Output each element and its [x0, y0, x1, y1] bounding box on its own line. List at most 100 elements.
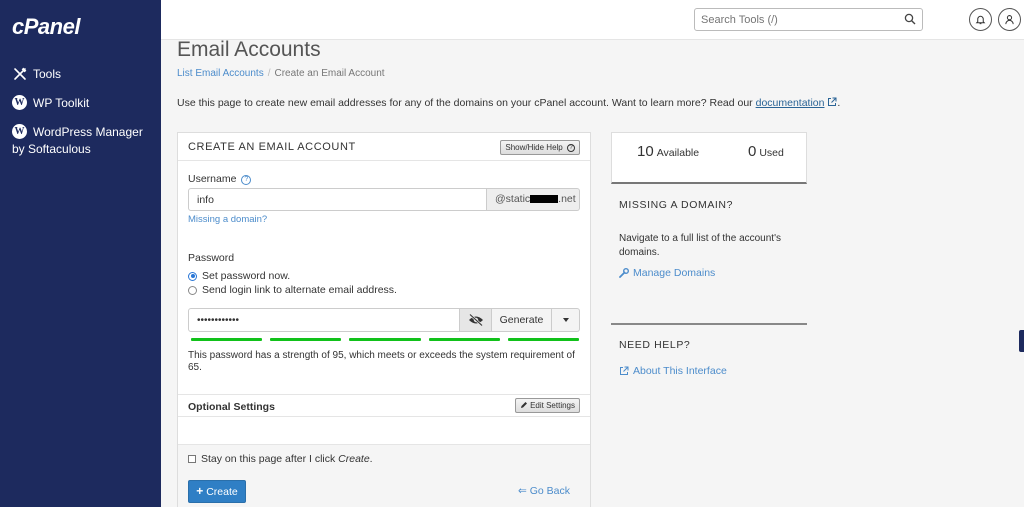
- missing-domain-text: Navigate to a full list of the account's…: [619, 233, 781, 258]
- edit-settings-label: Edit Settings: [530, 401, 575, 410]
- sidebar-item-label: Tools: [33, 67, 62, 81]
- domain-prefix: @static: [495, 193, 531, 205]
- wordpress-icon: W: [12, 95, 27, 110]
- checkbox-label: Stay on this page after I click Create.: [201, 453, 373, 465]
- password-label: Password: [188, 252, 235, 264]
- optional-settings-header: Optional Settings Edit Settings: [178, 394, 590, 417]
- username-label-text: Username: [188, 173, 237, 185]
- sidebar: cPanel Tools W WP Toolkit W WordPress Ma…: [0, 0, 161, 507]
- breadcrumb-separator: /: [267, 68, 271, 79]
- bell-icon: [975, 15, 986, 25]
- password-strength-text: This password has a strength of 95, whic…: [188, 350, 575, 373]
- create-button-label: Create: [206, 486, 238, 498]
- help-icon: ?: [567, 144, 575, 152]
- radio-button[interactable]: [188, 285, 197, 295]
- sidebar-item-label[interactable]: WordPress Manager by Softaculous: [12, 124, 157, 158]
- used-label: Used: [759, 147, 784, 159]
- email-stats-card: 10 Available 0 Used: [611, 132, 807, 184]
- radio-label: Send login link to alternate email addre…: [202, 284, 397, 296]
- username-label: Username ?: [188, 173, 252, 185]
- plus-icon: +: [196, 484, 204, 498]
- breadcrumb-list-email-accounts[interactable]: List Email Accounts: [177, 68, 264, 79]
- domain-suffix: .net: [558, 193, 576, 205]
- stay-on-page-checkbox[interactable]: Stay on this page after I click Create.: [188, 453, 373, 465]
- top-bar: [161, 0, 1024, 40]
- available-number: 10: [637, 143, 654, 160]
- breadcrumb: List Email Accounts / Create an Email Acco…: [177, 68, 385, 79]
- sidebar-item-tools[interactable]: Tools: [12, 66, 61, 82]
- used-number: 0: [748, 143, 757, 160]
- breadcrumb-current: Create an Email Account: [274, 68, 385, 79]
- create-button[interactable]: + Create: [188, 480, 246, 503]
- username-input[interactable]: [188, 188, 487, 211]
- need-help-heading: NEED HELP?: [619, 339, 691, 351]
- eye-slash-icon: [468, 314, 483, 326]
- available-label: Available: [656, 147, 700, 159]
- panel-header: CREATE AN EMAIL ACCOUNT Show/Hide Help ?: [178, 133, 590, 161]
- available-count: 10 Available: [637, 143, 699, 160]
- arrow-left-icon: ⇐: [517, 485, 527, 497]
- show-hide-help-label: Show/Hide Help: [505, 143, 563, 152]
- toggle-password-visibility-button[interactable]: [460, 308, 492, 332]
- checkbox[interactable]: [188, 455, 196, 463]
- checkbox-label-tail: .: [369, 453, 373, 465]
- notifications-button[interactable]: [969, 8, 992, 31]
- sidebar-item-label: WP Toolkit: [33, 96, 90, 110]
- checkbox-label-text: Stay on this page after I click: [201, 453, 339, 465]
- page-title: Email Accounts: [177, 38, 321, 61]
- user-menu-button[interactable]: [998, 8, 1021, 31]
- intro-tail: .: [837, 97, 841, 109]
- intro-text: Use this page to create new email addres…: [177, 97, 840, 109]
- strength-segment: [507, 338, 580, 341]
- redacted-domain: [530, 195, 559, 203]
- go-back-label: Go Back: [529, 485, 570, 497]
- domain-select[interactable]: @static .net: [487, 188, 580, 211]
- intro-sentence: Use this page to create new email addres…: [177, 97, 753, 109]
- radio-label: Set password now.: [202, 270, 291, 282]
- radio-set-password-now[interactable]: Set password now.: [188, 270, 290, 282]
- password-input[interactable]: [188, 308, 460, 332]
- generate-password-button[interactable]: Generate: [492, 308, 552, 332]
- strength-segment: [191, 338, 263, 341]
- strength-segment: [428, 338, 500, 341]
- radio-send-login-link[interactable]: Send login link to alternate email addre…: [188, 284, 397, 296]
- missing-domain-link[interactable]: Missing a domain?: [188, 214, 267, 225]
- help-icon[interactable]: ?: [241, 175, 252, 185]
- external-link-icon: [828, 97, 837, 106]
- strength-segment: [349, 338, 421, 341]
- manage-domains-label: Manage Domains: [633, 267, 716, 279]
- external-link-icon: [620, 366, 629, 375]
- form-footer: Stay on this page after I click Create. …: [178, 444, 590, 507]
- panel-title: CREATE AN EMAIL ACCOUNT: [188, 141, 356, 153]
- used-count: 0 Used: [748, 143, 784, 160]
- cpanel-logo[interactable]: cPanel: [12, 14, 80, 40]
- password-strength-meter: [191, 338, 580, 341]
- show-hide-help-button[interactable]: Show/Hide Help ?: [500, 140, 580, 155]
- wrench-icon: [619, 268, 629, 278]
- optional-settings-title: Optional Settings: [188, 401, 275, 413]
- password-input-group: Generate: [188, 308, 580, 332]
- feedback-tab[interactable]: [1019, 330, 1024, 352]
- strength-segment: [270, 338, 342, 341]
- generate-options-dropdown[interactable]: [552, 308, 580, 332]
- caret-down-icon: [562, 318, 569, 322]
- go-back-link[interactable]: ⇐ Go Back: [518, 485, 570, 497]
- divider: [611, 323, 807, 325]
- user-icon: [1005, 15, 1014, 25]
- search-box[interactable]: [694, 8, 923, 31]
- radio-button[interactable]: [188, 271, 197, 281]
- sidebar-item-wp-toolkit[interactable]: W WP Toolkit: [12, 95, 89, 111]
- checkbox-label-emphasis: Create: [338, 453, 370, 465]
- documentation-link[interactable]: documentation: [756, 97, 825, 109]
- search-input[interactable]: [695, 9, 895, 30]
- about-interface-link[interactable]: About This Interface: [619, 365, 727, 377]
- edit-settings-button[interactable]: Edit Settings: [514, 398, 580, 413]
- search-icon[interactable]: [904, 13, 916, 25]
- create-email-panel: CREATE AN EMAIL ACCOUNT Show/Hide Help ?…: [177, 132, 591, 507]
- main-content: Email Accounts List Email Accounts / Creat…: [161, 38, 1024, 507]
- tools-icon: [12, 66, 27, 81]
- pencil-icon: [520, 402, 527, 408]
- manage-domains-link[interactable]: Manage Domains: [619, 267, 715, 279]
- missing-domain-heading: MISSING A DOMAIN?: [619, 199, 734, 211]
- about-interface-label: About This Interface: [633, 365, 727, 377]
